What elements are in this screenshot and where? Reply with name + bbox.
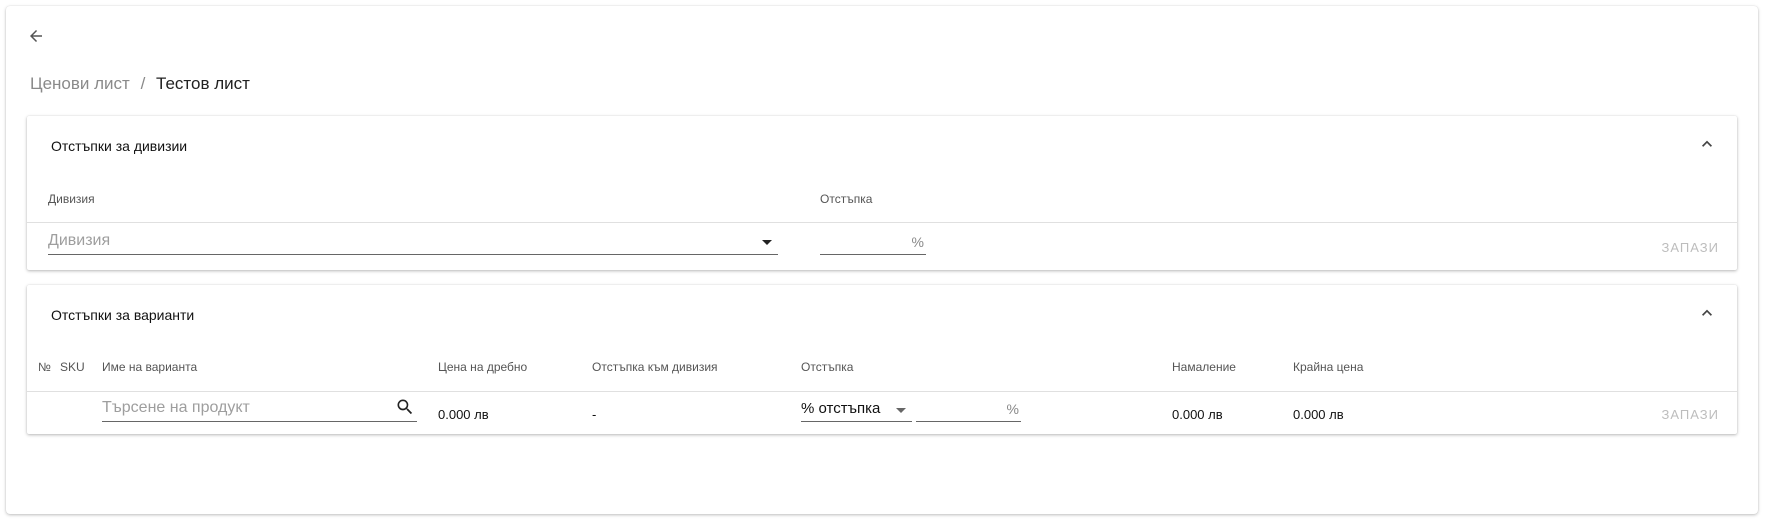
save-variant-button[interactable]: ЗАПАЗИ	[1662, 407, 1719, 422]
column-header-division: Дивизия	[48, 192, 95, 206]
caret-down-icon	[896, 408, 906, 413]
column-header-retail-price: Цена на дребно	[438, 360, 528, 374]
retail-price-value: 0.000 лв	[438, 407, 489, 422]
arrow-left-icon	[27, 27, 45, 45]
column-header-discount: Отстъпка	[820, 192, 873, 206]
search-icon[interactable]	[395, 397, 415, 417]
column-header-reduction: Намаление	[1172, 360, 1236, 374]
discount-type-select[interactable]: % отстъпка	[801, 397, 912, 422]
percent-suffix: %	[911, 234, 924, 250]
column-header-division-discount: Отстъпка към дивизия	[592, 360, 718, 374]
column-header-name: Име на варианта	[102, 360, 198, 374]
chevron-up-icon	[1697, 303, 1717, 323]
panel-title: Отстъпки за дивизии	[51, 138, 188, 154]
division-select[interactable]: Дивизия	[48, 230, 778, 255]
divider	[27, 222, 1737, 223]
collapse-button[interactable]	[1697, 303, 1717, 323]
column-header-final-price: Крайна цена	[1293, 360, 1364, 374]
division-discounts-panel: Отстъпки за дивизии Дивизия Отстъпка Див…	[27, 116, 1737, 270]
panel-title: Отстъпки за варианти	[51, 307, 195, 323]
reduction-value: 0.000 лв	[1172, 407, 1223, 422]
discount-type-value: % отстъпка	[801, 400, 881, 417]
final-price-value: 0.000 лв	[1293, 407, 1344, 422]
save-division-button[interactable]: ЗАПАЗИ	[1662, 240, 1719, 255]
percent-suffix: %	[1006, 401, 1019, 417]
collapse-button[interactable]	[1697, 134, 1717, 154]
division-discount-value: -	[592, 407, 597, 422]
divider	[27, 391, 1737, 392]
page-card: Ценови лист / Тестов лист Отстъпки за ди…	[6, 6, 1758, 514]
variant-discounts-panel: Отстъпки за варианти № SKU Име на вариан…	[27, 285, 1737, 434]
division-select-placeholder: Дивизия	[48, 232, 111, 249]
caret-down-icon	[762, 240, 772, 245]
breadcrumb-current: Тестов лист	[156, 74, 250, 93]
breadcrumb-separator: /	[140, 74, 146, 93]
variant-discount-input[interactable]: %	[916, 397, 1021, 422]
division-discount-input[interactable]: %	[820, 230, 926, 255]
breadcrumb-parent-link[interactable]: Ценови лист	[30, 74, 130, 93]
column-header-no: №	[38, 360, 51, 374]
product-search-input[interactable]: Търсене на продукт	[102, 397, 417, 422]
column-header-sku: SKU	[60, 360, 85, 374]
product-search-placeholder: Търсене на продукт	[102, 399, 250, 416]
chevron-up-icon	[1697, 134, 1717, 154]
column-header-discount: Отстъпка	[801, 360, 854, 374]
breadcrumb: Ценови лист / Тестов лист	[30, 74, 250, 94]
back-button[interactable]	[20, 20, 52, 52]
